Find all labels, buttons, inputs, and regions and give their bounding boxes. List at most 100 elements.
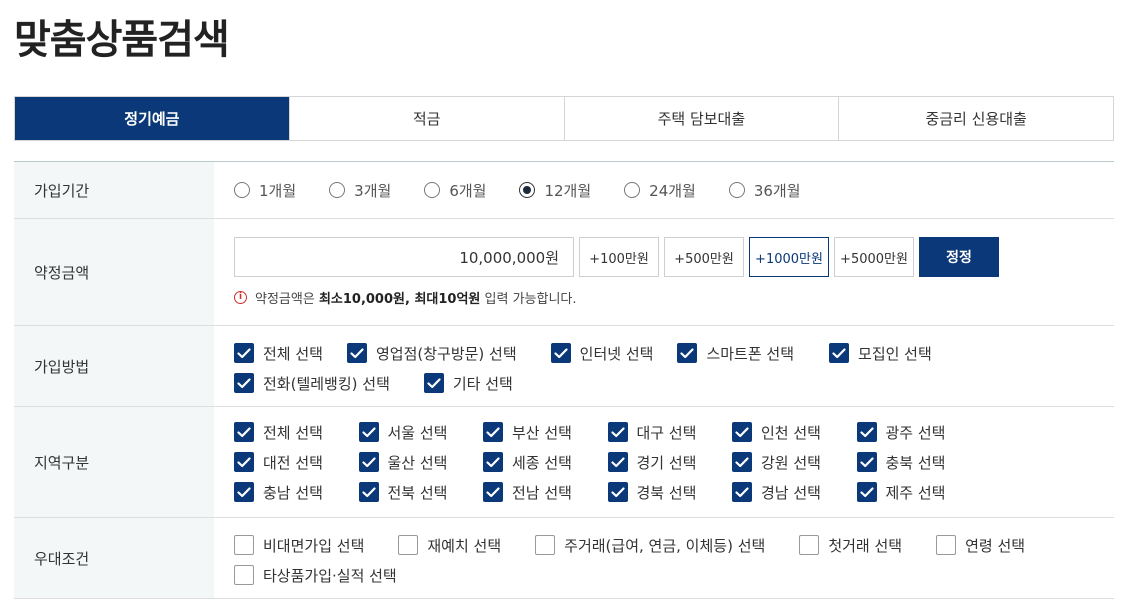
method-option[interactable]: 스마트폰 선택: [677, 343, 794, 364]
radio-button[interactable]: [624, 182, 641, 198]
method-options: 전체 선택 영업점(창구방문) 선택 인터넷 선택 스마트폰 선택 모집인 선택전화(텔…: [214, 326, 1114, 406]
checkbox[interactable]: [358, 422, 379, 442]
method-option[interactable]: 인터넷 선택: [550, 343, 653, 364]
radio-button[interactable]: [728, 182, 745, 198]
period-option[interactable]: 36개월: [728, 180, 801, 201]
checkbox[interactable]: [358, 452, 379, 472]
period-option[interactable]: 24개월: [624, 180, 696, 201]
tab-mortgage-loan[interactable]: 주택 담보대출: [563, 97, 839, 140]
region-option[interactable]: 경기 선택: [607, 452, 733, 473]
search-form: 가입기간 1개월 3개월 6개월 12개월 24개월 36개월 약정금액 +100만원 +…: [14, 161, 1114, 599]
checkbox[interactable]: [358, 482, 379, 502]
region-option[interactable]: 강원 선택: [732, 452, 857, 473]
checkbox[interactable]: [234, 373, 254, 393]
method-option[interactable]: 전체 선택: [234, 343, 323, 364]
method-label: 가입방법: [14, 326, 214, 406]
checkbox[interactable]: [234, 343, 254, 363]
apply-button[interactable]: 정정: [919, 237, 999, 277]
benefit-option[interactable]: 타상품가입·실적 선택: [234, 565, 397, 586]
region-option[interactable]: 충남 선택: [234, 482, 359, 503]
checkbox[interactable]: [677, 343, 698, 363]
checkbox[interactable]: [234, 565, 254, 585]
region-option[interactable]: 서울 선택: [358, 422, 484, 443]
checkbox[interactable]: [346, 343, 367, 363]
region-option[interactable]: 경북 선택: [607, 482, 733, 503]
checkbox[interactable]: [398, 535, 419, 555]
region-option[interactable]: 전체 선택: [234, 422, 359, 443]
benefit-option[interactable]: 주거래(급여, 연금, 이체등) 선택: [535, 535, 765, 556]
region-option[interactable]: 광주 선택: [856, 422, 982, 443]
region-label: 지역구분: [14, 407, 214, 517]
info-icon: i: [234, 291, 247, 304]
radio-button[interactable]: [519, 182, 536, 198]
checkbox[interactable]: [423, 373, 444, 393]
radio-button[interactable]: [424, 182, 441, 198]
method-option[interactable]: 기타 선택: [423, 373, 513, 394]
checkbox[interactable]: [799, 535, 820, 555]
region-option[interactable]: 전북 선택: [358, 482, 484, 503]
region-option[interactable]: 세종 선택: [483, 452, 608, 473]
region-option-label: 광주 선택: [885, 423, 946, 442]
period-option-label: 6개월: [449, 181, 487, 200]
checkbox[interactable]: [732, 452, 752, 472]
checkbox[interactable]: [732, 482, 752, 502]
radio-button[interactable]: [234, 182, 250, 198]
region-option[interactable]: 충북 선택: [856, 452, 982, 473]
benefit-option[interactable]: 연령 선택: [936, 535, 1025, 556]
tab-time-deposit[interactable]: 정기예금: [15, 97, 289, 140]
add-1000-button[interactable]: +1000만원: [749, 237, 829, 277]
region-option[interactable]: 대구 선택: [607, 422, 733, 443]
checkbox[interactable]: [483, 422, 503, 442]
period-option[interactable]: 6개월: [424, 180, 486, 201]
region-option-label: 인천 선택: [761, 423, 821, 442]
method-option[interactable]: 모집인 선택: [829, 343, 932, 364]
region-option[interactable]: 전남 선택: [483, 482, 608, 503]
radio-button[interactable]: [329, 182, 346, 198]
benefit-option[interactable]: 첫거래 선택: [799, 535, 902, 556]
checkbox[interactable]: [607, 422, 628, 442]
checkbox[interactable]: [732, 422, 752, 442]
checkbox[interactable]: [856, 482, 877, 502]
checkbox[interactable]: [856, 452, 877, 472]
checkbox[interactable]: [607, 482, 628, 502]
period-option[interactable]: 1개월: [234, 180, 296, 201]
notice-suffix: 입력 가능합니다.: [480, 292, 577, 307]
tab-installment-savings[interactable]: 적금: [288, 97, 564, 140]
add-5000-button[interactable]: +5000만원: [834, 237, 914, 277]
method-option-row: 전화(텔레뱅킹) 선택 기타 선택: [234, 368, 1114, 398]
amount-row: 약정금액 +100만원 +500만원 +1000만원 +5000만원 정정 i …: [14, 219, 1114, 326]
checkbox[interactable]: [550, 343, 571, 363]
checkbox[interactable]: [234, 535, 254, 555]
benefit-label: 우대조건: [14, 518, 214, 598]
region-option[interactable]: 부산 선택: [483, 422, 608, 443]
region-option-row: 전체 선택 서울 선택 부산 선택 대구 선택 인천 선택 광주 선택: [234, 417, 1114, 447]
benefit-option[interactable]: 비대면가입 선택: [234, 535, 364, 556]
benefit-option[interactable]: 재예치 선택: [398, 535, 501, 556]
method-option[interactable]: 영업점(창구방문) 선택: [346, 343, 517, 364]
checkbox[interactable]: [607, 452, 628, 472]
region-option[interactable]: 경남 선택: [732, 482, 857, 503]
method-option[interactable]: 전화(텔레뱅킹) 선택: [234, 373, 390, 394]
checkbox[interactable]: [936, 535, 957, 555]
region-option[interactable]: 제주 선택: [856, 482, 982, 503]
checkbox[interactable]: [234, 422, 254, 442]
region-option[interactable]: 대전 선택: [234, 452, 359, 473]
region-option-label: 전체 선택: [263, 423, 323, 442]
period-option[interactable]: 3개월: [329, 180, 391, 201]
checkbox[interactable]: [483, 482, 503, 502]
checkbox[interactable]: [856, 422, 877, 442]
tab-mid-rate-credit-loan[interactable]: 중금리 신용대출: [838, 97, 1113, 140]
region-option[interactable]: 인천 선택: [732, 422, 857, 443]
amount-input[interactable]: [234, 237, 574, 277]
region-option-label: 세종 선택: [512, 453, 572, 472]
period-option[interactable]: 12개월: [519, 180, 591, 201]
checkbox[interactable]: [234, 482, 254, 502]
period-option-label: 3개월: [354, 181, 392, 200]
checkbox[interactable]: [234, 452, 254, 472]
region-option[interactable]: 울산 선택: [358, 452, 484, 473]
add-100-button[interactable]: +100만원: [579, 237, 659, 277]
checkbox[interactable]: [483, 452, 503, 472]
checkbox[interactable]: [829, 343, 850, 363]
add-500-button[interactable]: +500만원: [664, 237, 744, 277]
checkbox[interactable]: [535, 535, 556, 555]
